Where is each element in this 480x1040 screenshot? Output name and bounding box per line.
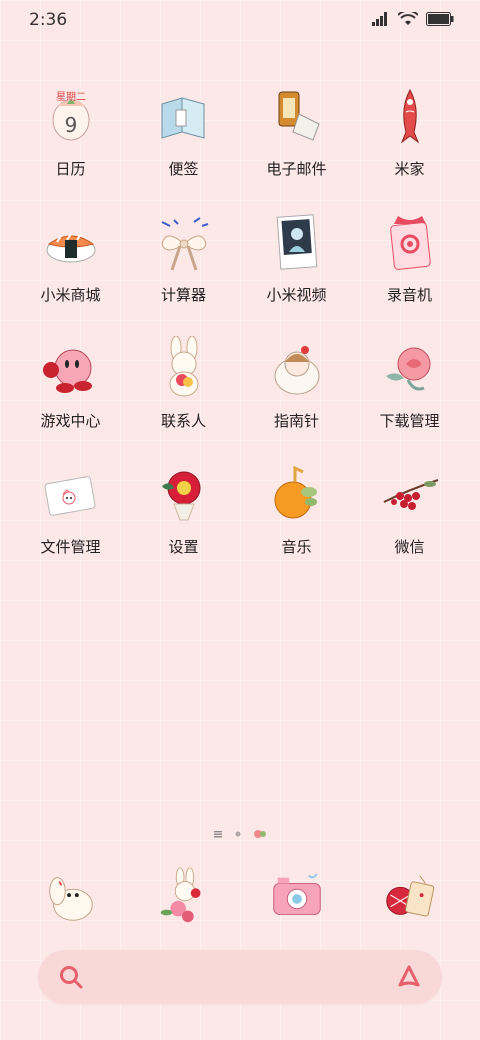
dock-app-3[interactable]: [240, 862, 353, 928]
app-wechat[interactable]: 微信: [353, 458, 466, 584]
app-email[interactable]: 电子邮件: [240, 80, 353, 206]
app-label: 计算器: [160, 286, 206, 304]
app-label: 小米视频: [266, 286, 327, 304]
app-grid: 星期二 9 日历 便签 电子邮件 米家 小米商城 计算器 小米视频 录音机 游戏…: [14, 80, 466, 584]
app-label: 下载管理: [379, 412, 440, 430]
assistant-icon[interactable]: [396, 964, 422, 990]
app-label: 日历: [55, 160, 86, 178]
girl-icon: [274, 346, 319, 395]
app-label: 游戏中心: [40, 412, 101, 430]
berries-icon: [383, 479, 438, 510]
app-calculator[interactable]: 计算器: [127, 206, 240, 332]
kirby-icon: [42, 349, 92, 393]
app-label: 录音机: [386, 286, 432, 304]
app-settings[interactable]: 设置: [127, 458, 240, 584]
search-icon[interactable]: [58, 964, 84, 990]
orange-icon: [274, 465, 317, 519]
app-mi-store[interactable]: 小米商城: [14, 206, 127, 332]
app-contacts[interactable]: 联系人: [127, 332, 240, 458]
sushi-icon: [46, 233, 95, 263]
koi-fish-icon: [400, 88, 419, 144]
battery-icon: [426, 12, 454, 26]
page-dot-icon[interactable]: [233, 829, 243, 839]
app-compass[interactable]: 指南针: [240, 332, 353, 458]
page-indicator: [0, 828, 480, 840]
status-icons: [372, 12, 454, 26]
app-mi-home[interactable]: 米家: [353, 80, 466, 206]
app-label: 电子邮件: [266, 160, 327, 178]
app-notes[interactable]: 便签: [127, 80, 240, 206]
signal-icon: [372, 12, 387, 26]
app-label: 音乐: [281, 538, 312, 556]
bow-icon: [160, 217, 208, 271]
charm-icon: [389, 216, 431, 270]
app-label: 联系人: [160, 412, 206, 430]
dock-app-1[interactable]: [14, 862, 127, 928]
search-bar[interactable]: [38, 950, 442, 1004]
app-label: 文件管理: [40, 538, 101, 556]
app-mi-video[interactable]: 小米视频: [240, 206, 353, 332]
tag-icon: [385, 875, 434, 917]
dock-app-4[interactable]: [353, 862, 466, 928]
camera-icon: [272, 873, 321, 915]
book-icon: [161, 97, 204, 139]
bunny-flower-icon: [160, 867, 200, 923]
app-downloads[interactable]: 下载管理: [353, 332, 466, 458]
flower-page-icon[interactable]: [253, 828, 267, 840]
kitty-card-icon: [44, 476, 95, 516]
camellia-icon: [161, 471, 200, 521]
wifi-icon: [398, 12, 418, 25]
app-label: 微信: [394, 538, 425, 556]
app-label: 设置: [168, 538, 199, 556]
app-label: 指南针: [273, 412, 319, 430]
app-label: 米家: [394, 160, 425, 178]
dock: [14, 862, 466, 928]
app-label: 小米商城: [40, 286, 101, 304]
app-game-center[interactable]: 游戏中心: [14, 332, 127, 458]
calendar-peach-icon: 星期二 9: [52, 91, 89, 141]
rose-icon: [385, 347, 430, 391]
photo-card-icon: [276, 214, 317, 270]
status-time: 2:36: [29, 10, 68, 30]
calendar-weekday: 星期二: [56, 91, 86, 103]
bunny-icon: [169, 336, 198, 397]
app-calendar[interactable]: 星期二 9 日历: [14, 80, 127, 206]
menu-lines-icon[interactable]: [213, 829, 223, 839]
film-roll-icon: [278, 91, 320, 141]
app-file-manager[interactable]: 文件管理: [14, 458, 127, 584]
dock-app-2[interactable]: [127, 862, 240, 928]
puppy-icon: [48, 877, 93, 921]
app-label: 便签: [168, 160, 199, 178]
app-music[interactable]: 音乐: [240, 458, 353, 584]
calendar-date: 9: [64, 113, 77, 137]
status-bar: 2:36: [0, 0, 480, 44]
app-recorder[interactable]: 录音机: [353, 206, 466, 332]
